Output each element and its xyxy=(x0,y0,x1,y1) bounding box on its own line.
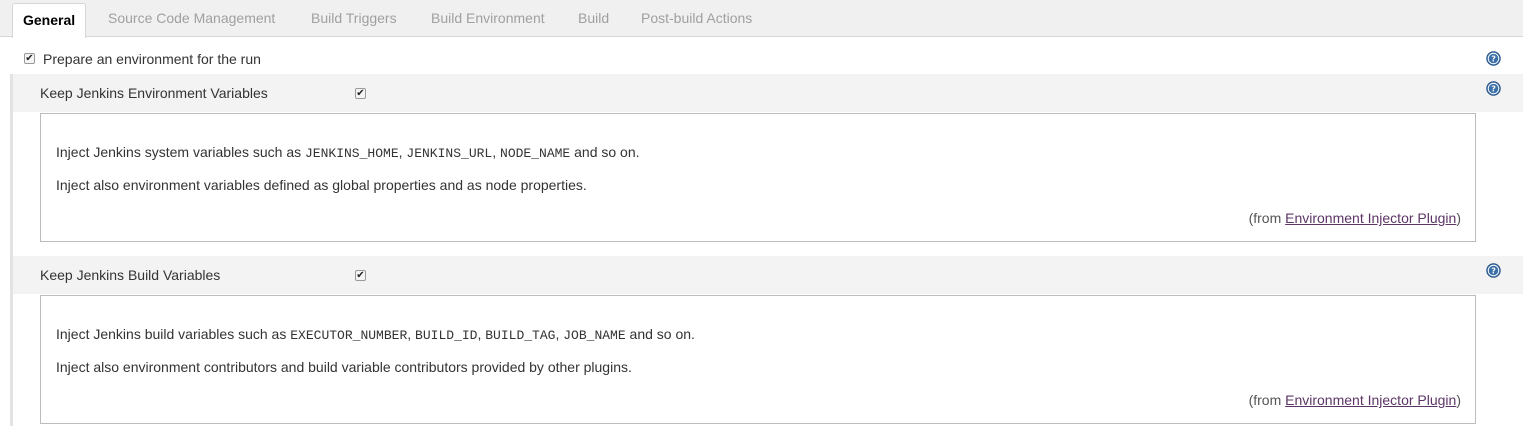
tab-source-code-management[interactable]: Source Code Management xyxy=(108,0,275,37)
help-question-icon[interactable]: ? xyxy=(1486,51,1501,66)
tab-general[interactable]: General xyxy=(12,3,87,38)
section-indent-rule xyxy=(10,74,13,426)
help-text-line: Inject Jenkins system variables such as … xyxy=(56,144,640,161)
environment-injector-plugin-link[interactable]: Environment Injector Plugin xyxy=(1285,392,1456,408)
config-tab-bar: General Source Code Management Build Tri… xyxy=(0,0,1523,38)
keep-build-vars-help-box: Inject Jenkins build variables such as E… xyxy=(40,295,1476,424)
svg-text:?: ? xyxy=(1491,85,1496,94)
prepare-environment-label: Prepare an environment for the run xyxy=(43,51,261,67)
code-var: JENKINS_HOME xyxy=(305,146,399,161)
code-var: JENKINS_URL xyxy=(406,146,493,161)
keep-build-vars-label: Keep Jenkins Build Variables xyxy=(40,267,221,283)
keep-env-vars-label: Keep Jenkins Environment Variables xyxy=(40,85,268,101)
code-var: BUILD_TAG xyxy=(485,328,556,343)
prepare-environment-checkbox[interactable]: ✔ xyxy=(24,53,35,64)
help-text-line: Inject also environment variables define… xyxy=(56,177,587,193)
tab-build-environment[interactable]: Build Environment xyxy=(431,0,545,37)
plugin-attribution: (from Environment Injector Plugin) xyxy=(1248,392,1461,408)
plugin-attribution: (from Environment Injector Plugin) xyxy=(1248,210,1461,226)
tab-build-triggers[interactable]: Build Triggers xyxy=(311,0,397,37)
code-var: NODE_NAME xyxy=(500,146,571,161)
code-var: EXECUTOR_NUMBER xyxy=(290,328,408,343)
keep-build-vars-checkbox[interactable]: ✔ xyxy=(355,270,366,281)
keep-env-vars-help-box: Inject Jenkins system variables such as … xyxy=(40,113,1476,242)
code-var: BUILD_ID xyxy=(415,328,478,343)
help-question-icon[interactable]: ? xyxy=(1486,263,1501,278)
tab-build[interactable]: Build xyxy=(578,0,609,37)
svg-text:?: ? xyxy=(1491,55,1496,64)
svg-text:?: ? xyxy=(1491,267,1496,276)
keep-env-vars-checkbox[interactable]: ✔ xyxy=(355,88,366,99)
environment-injector-plugin-link[interactable]: Environment Injector Plugin xyxy=(1285,210,1456,226)
keep-build-vars-row xyxy=(13,256,1523,294)
help-question-icon[interactable]: ? xyxy=(1486,81,1501,96)
tab-post-build-actions[interactable]: Post-build Actions xyxy=(641,0,752,37)
code-var: JOB_NAME xyxy=(563,328,626,343)
help-text-line: Inject also environment contributors and… xyxy=(56,359,632,375)
help-text-line: Inject Jenkins build variables such as E… xyxy=(56,326,695,343)
